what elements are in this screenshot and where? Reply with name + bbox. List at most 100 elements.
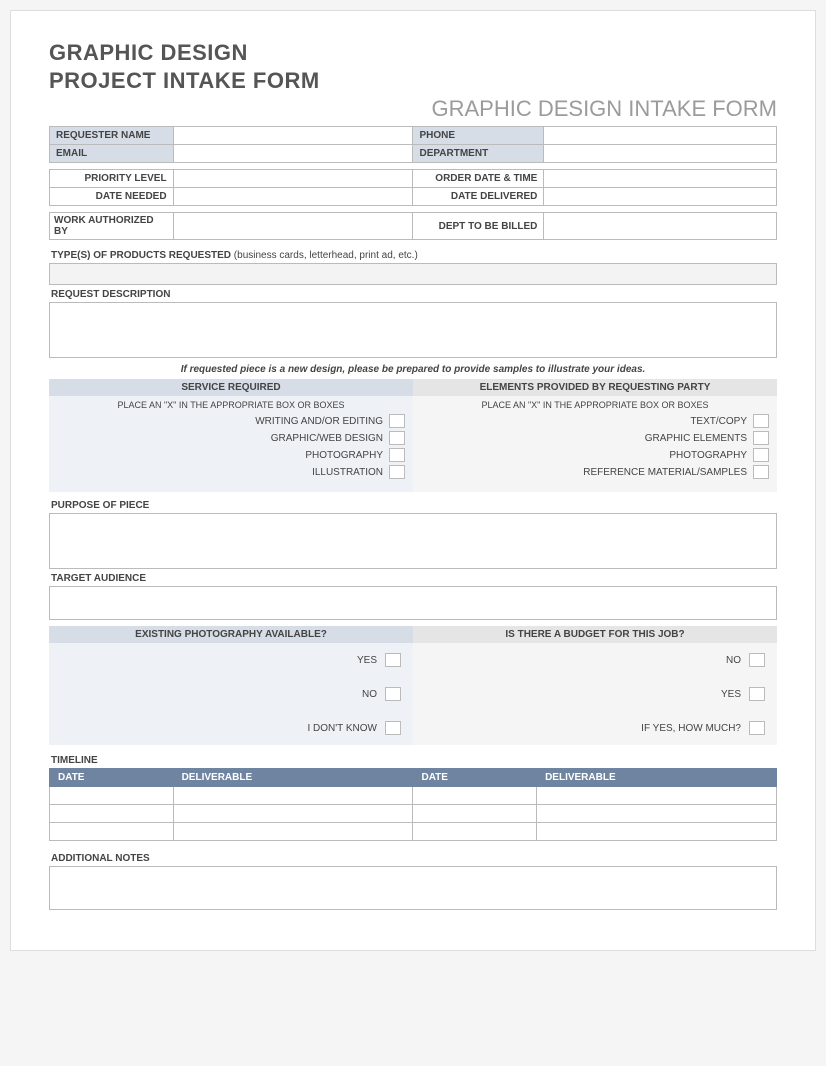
elements-column: PLACE AN "X" IN THE APPROPRIATE BOX OR B… xyxy=(413,396,777,492)
budget-no-row: NO xyxy=(413,643,777,677)
phone-input[interactable] xyxy=(544,127,777,145)
email-input[interactable] xyxy=(173,145,413,163)
photo-no-row: NO xyxy=(49,677,413,711)
page-title: GRAPHIC DESIGN PROJECT INTAKE FORM xyxy=(49,39,777,94)
timeline-label: TIMELINE xyxy=(49,745,777,768)
elements-check-3[interactable] xyxy=(753,465,769,479)
purpose-label: PURPOSE OF PIECE xyxy=(49,492,777,513)
audience-label: TARGET AUDIENCE xyxy=(49,569,777,586)
service-elements-body: PLACE AN "X" IN THE APPROPRIATE BOX OR B… xyxy=(49,396,777,492)
elements-check-2[interactable] xyxy=(753,448,769,462)
timeline-h0: DATE xyxy=(50,769,174,787)
timeline-h1: DELIVERABLE xyxy=(173,769,413,787)
photo-yes-row: YES xyxy=(49,643,413,677)
photo-yes-check[interactable] xyxy=(385,653,401,667)
service-check-1[interactable] xyxy=(389,431,405,445)
elements-check-0[interactable] xyxy=(753,414,769,428)
budget-yes-row: YES xyxy=(413,677,777,711)
products-label: TYPE(S) OF PRODUCTS REQUESTED (business … xyxy=(49,246,777,263)
budget-yes-check[interactable] xyxy=(749,687,765,701)
order-date-label: ORDER DATE & TIME xyxy=(413,170,544,188)
priority-input[interactable] xyxy=(173,170,413,188)
budget-no-check[interactable] xyxy=(749,653,765,667)
timeline-cell[interactable] xyxy=(50,823,174,841)
budget-column: NO YES IF YES, HOW MUCH? xyxy=(413,643,777,745)
order-date-input[interactable] xyxy=(544,170,777,188)
timeline-cell[interactable] xyxy=(173,823,413,841)
timeline-cell[interactable] xyxy=(413,823,537,841)
timeline-cell[interactable] xyxy=(173,805,413,823)
elements-row-3: REFERENCE MATERIAL/SAMPLES xyxy=(421,465,769,479)
date-delivered-label: DATE DELIVERED xyxy=(413,188,544,206)
photo-no-check[interactable] xyxy=(385,687,401,701)
title-line-1: GRAPHIC DESIGN xyxy=(49,40,248,65)
request-desc-input[interactable] xyxy=(49,302,777,358)
timeline-cell[interactable] xyxy=(537,823,777,841)
page-subtitle: GRAPHIC DESIGN INTAKE FORM xyxy=(49,96,777,122)
timeline-cell[interactable] xyxy=(50,805,174,823)
photo-header: EXISTING PHOTOGRAPHY AVAILABLE? xyxy=(49,626,413,643)
design-note: If requested piece is a new design, plea… xyxy=(49,358,777,379)
notes-input[interactable] xyxy=(49,866,777,910)
timeline-row-0 xyxy=(50,787,777,805)
date-needed-label: DATE NEEDED xyxy=(50,188,174,206)
service-row-2: PHOTOGRAPHY xyxy=(57,448,405,462)
elements-check-1[interactable] xyxy=(753,431,769,445)
auth-table: WORK AUTHORIZED BY DEPT TO BE BILLED xyxy=(49,212,777,240)
photo-dontknow-row: I DON'T KNOW xyxy=(49,711,413,745)
date-delivered-input[interactable] xyxy=(544,188,777,206)
elements-row-2: PHOTOGRAPHY xyxy=(421,448,769,462)
budget-amount-row: IF YES, HOW MUCH? xyxy=(413,711,777,745)
date-needed-input[interactable] xyxy=(173,188,413,206)
purpose-input[interactable] xyxy=(49,513,777,569)
photo-budget-body: YES NO I DON'T KNOW NO YES IF YES, HOW M… xyxy=(49,643,777,745)
budget-header: IS THERE A BUDGET FOR THIS JOB? xyxy=(413,626,777,643)
photo-budget-header: EXISTING PHOTOGRAPHY AVAILABLE? IS THERE… xyxy=(49,626,777,643)
photo-dontknow-check[interactable] xyxy=(385,721,401,735)
service-elements-header: SERVICE REQUIRED ELEMENTS PROVIDED BY RE… xyxy=(49,379,777,396)
service-row-3: ILLUSTRATION xyxy=(57,465,405,479)
service-row-0: WRITING AND/OR EDITING xyxy=(57,414,405,428)
timeline-cell[interactable] xyxy=(173,787,413,805)
audience-input[interactable] xyxy=(49,586,777,620)
timeline-h2: DATE xyxy=(413,769,537,787)
requester-name-input[interactable] xyxy=(173,127,413,145)
timeline-cell[interactable] xyxy=(537,805,777,823)
products-hint: (business cards, letterhead, print ad, e… xyxy=(234,250,418,261)
timeline-table: DATE DELIVERABLE DATE DELIVERABLE xyxy=(49,768,777,841)
request-desc-label: REQUEST DESCRIPTION xyxy=(49,285,777,302)
service-header: SERVICE REQUIRED xyxy=(49,379,413,396)
phone-label: PHONE xyxy=(413,127,544,145)
service-check-2[interactable] xyxy=(389,448,405,462)
elements-header: ELEMENTS PROVIDED BY REQUESTING PARTY xyxy=(413,379,777,396)
billed-label: DEPT TO BE BILLED xyxy=(413,213,544,240)
timeline-cell[interactable] xyxy=(413,787,537,805)
elements-instruction: PLACE AN "X" IN THE APPROPRIATE BOX OR B… xyxy=(421,400,769,410)
title-line-2: PROJECT INTAKE FORM xyxy=(49,68,320,93)
billed-input[interactable] xyxy=(544,213,777,240)
department-label: DEPARTMENT xyxy=(413,145,544,163)
timeline-row-2 xyxy=(50,823,777,841)
service-column: PLACE AN "X" IN THE APPROPRIATE BOX OR B… xyxy=(49,396,413,492)
timeline-h3: DELIVERABLE xyxy=(537,769,777,787)
service-row-1: GRAPHIC/WEB DESIGN xyxy=(57,431,405,445)
products-input[interactable] xyxy=(49,263,777,285)
timeline-cell[interactable] xyxy=(537,787,777,805)
priority-label: PRIORITY LEVEL xyxy=(50,170,174,188)
dates-table: PRIORITY LEVEL ORDER DATE & TIME DATE NE… xyxy=(49,169,777,206)
service-check-0[interactable] xyxy=(389,414,405,428)
timeline-cell[interactable] xyxy=(413,805,537,823)
timeline-cell[interactable] xyxy=(50,787,174,805)
timeline-row-1 xyxy=(50,805,777,823)
notes-label: ADDITIONAL NOTES xyxy=(49,841,777,866)
service-check-3[interactable] xyxy=(389,465,405,479)
department-input[interactable] xyxy=(544,145,777,163)
page: GRAPHIC DESIGN PROJECT INTAKE FORM GRAPH… xyxy=(10,10,816,951)
budget-amount-input[interactable] xyxy=(749,721,765,735)
contact-table: REQUESTER NAME PHONE EMAIL DEPARTMENT xyxy=(49,126,777,163)
photo-column: YES NO I DON'T KNOW xyxy=(49,643,413,745)
service-instruction: PLACE AN "X" IN THE APPROPRIATE BOX OR B… xyxy=(57,400,405,410)
work-auth-label: WORK AUTHORIZED BY xyxy=(50,213,174,240)
work-auth-input[interactable] xyxy=(173,213,413,240)
requester-name-label: REQUESTER NAME xyxy=(50,127,174,145)
